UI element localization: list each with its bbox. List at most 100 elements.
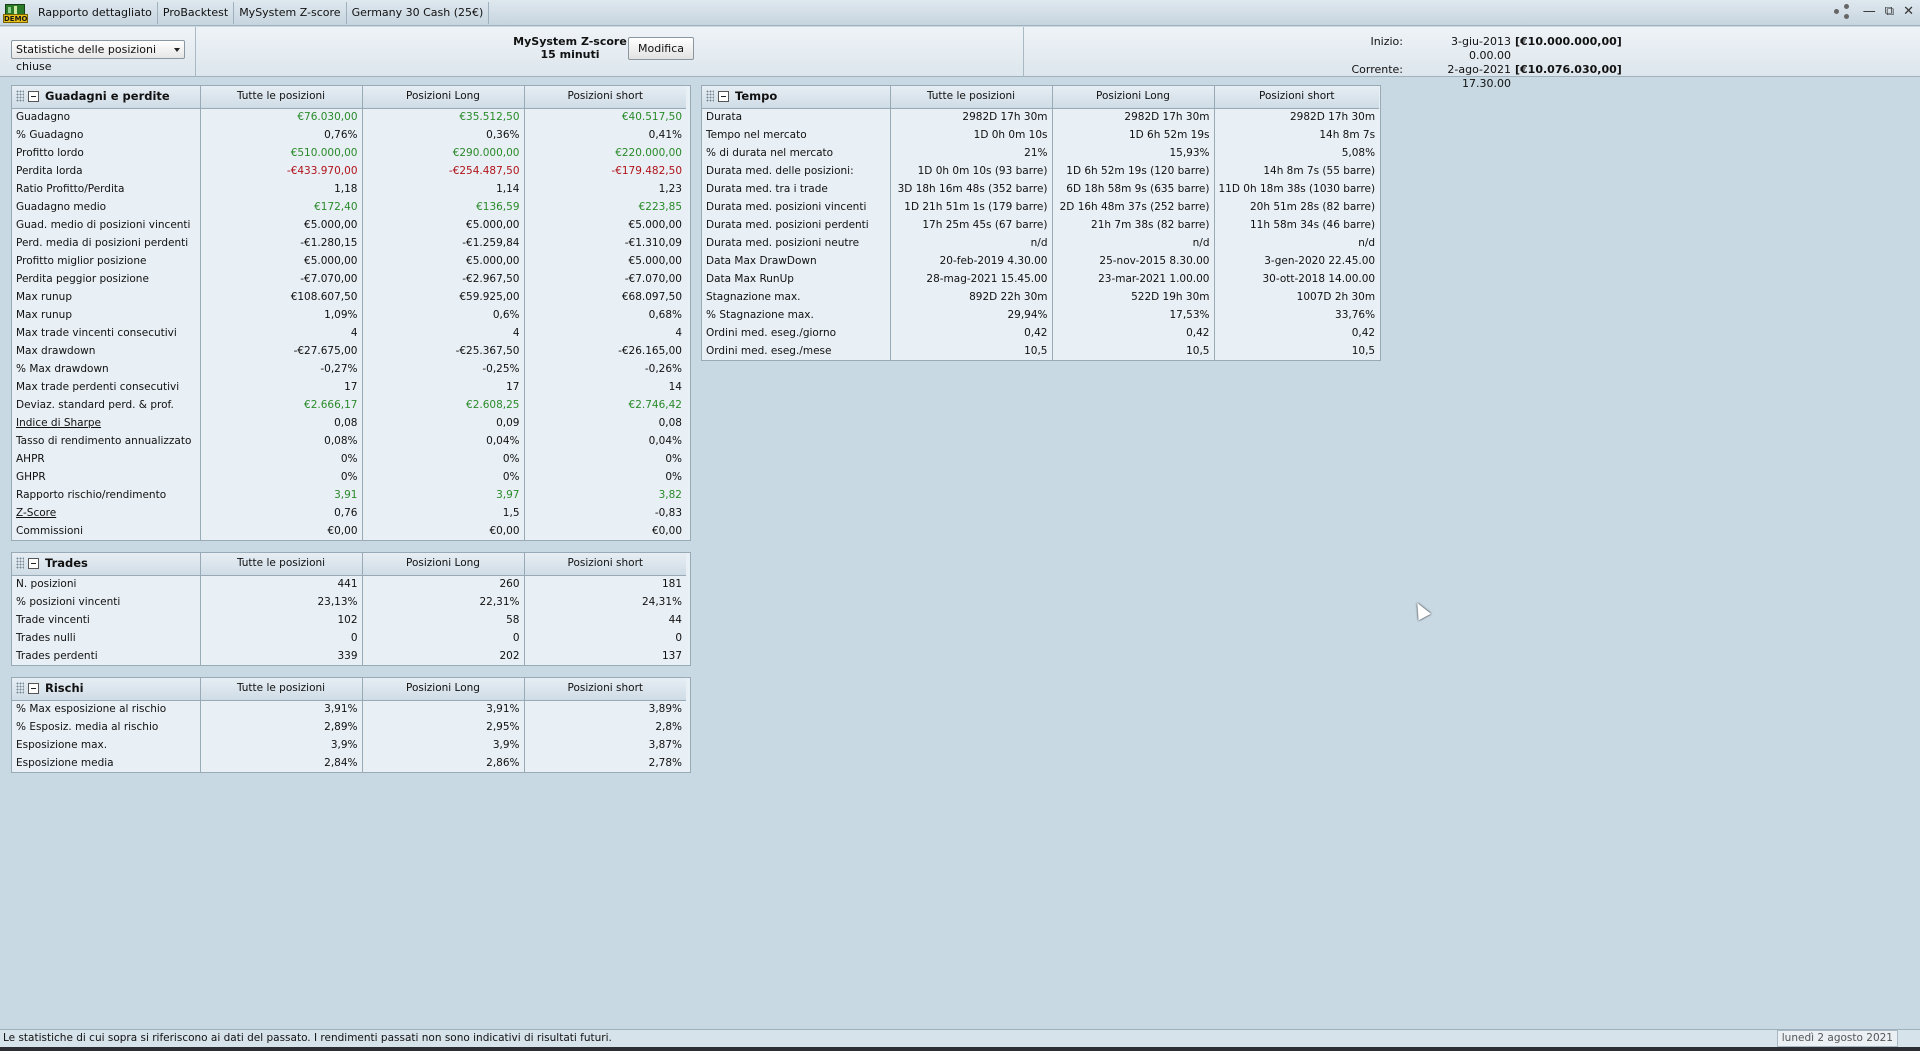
taskbar-strip — [0, 1047, 1920, 1051]
row-value: 339 — [200, 647, 363, 665]
row-value: 1,23 — [658, 182, 682, 195]
column-header: Tutte le posizioni — [200, 678, 363, 701]
row-label: Ratio Profitto/Perdita — [12, 180, 201, 198]
row-label[interactable]: Indice di Sharpe — [12, 414, 201, 432]
tab-mysystem-zscore[interactable]: MySystem Z-score — [234, 1, 347, 24]
row-value: 0,6% — [362, 306, 525, 324]
row-value: 892D 22h 30m — [890, 288, 1053, 306]
row-value: 1,18 — [200, 180, 363, 198]
close-icon[interactable]: ✕ — [1903, 4, 1914, 20]
table-row: Stagnazione max. 892D 22h 30m 522D 19h 30m… — [702, 288, 1379, 306]
row-value: 1,09% — [200, 306, 363, 324]
table-row: Max drawdown -€27.675,00 -€25.367,50 -€26.1… — [12, 342, 686, 360]
row-value: 17 — [362, 378, 525, 396]
row-label: Deviaz. standard perd. & prof. — [12, 396, 201, 414]
share-icon[interactable] — [1832, 4, 1854, 20]
row-value: €40.517,50 — [621, 110, 682, 123]
row-value: -€25.367,50 — [362, 342, 525, 360]
row-label: AHPR — [12, 450, 201, 468]
row-label: Max trade vincenti consecutivi — [12, 324, 201, 342]
row-label: % Max esposizione al rischio — [12, 700, 201, 718]
table-row: % Max esposizione al rischio 3,91% 3,91% 3,… — [12, 700, 686, 718]
report-header: Statistiche delle posizioni chiuse MySys… — [0, 27, 1920, 90]
row-value: 28-mag-2021 15.45.00 — [890, 270, 1053, 288]
row-value: 181 — [661, 577, 682, 590]
tab-instrument[interactable]: Germany 30 Cash (25€) — [347, 1, 490, 24]
table-row: Commissioni €0,00 €0,00 €0,00 — [12, 522, 686, 540]
table-row: Durata med. posizioni neutre n/d n/d n/d — [702, 234, 1379, 252]
table-row: Rapporto rischio/rendimento 3,91 3,97 3,82 — [12, 486, 686, 504]
dropdown-value: Statistiche delle posizioni chiuse — [16, 43, 157, 73]
restore-icon[interactable]: ⧉ — [1885, 4, 1894, 20]
column-header: Posizioni short — [524, 553, 686, 576]
row-label[interactable]: Z-Score — [12, 504, 201, 522]
row-value: 58 — [362, 611, 525, 629]
row-value: €68.097,50 — [621, 290, 682, 303]
collapse-icon[interactable] — [28, 558, 39, 570]
row-label: Perd. media di posizioni perdenti — [12, 234, 201, 252]
column-header: Posizioni Long — [362, 86, 525, 109]
row-label: % Max drawdown — [12, 360, 201, 378]
table-row: Durata med. posizioni vincenti 1D 21h 51m… — [702, 198, 1379, 216]
collapse-icon[interactable] — [28, 683, 39, 695]
row-value: -€1.310,09 — [624, 236, 682, 249]
row-value: 0% — [665, 452, 682, 465]
row-value: 3,91% — [362, 700, 525, 718]
table-row: Deviaz. standard perd. & prof. €2.666,17 €… — [12, 396, 686, 414]
row-value: 20-feb-2019 4.30.00 — [890, 252, 1053, 270]
row-value: €76.030,00 — [200, 108, 363, 126]
row-value: 2,89% — [200, 718, 363, 736]
drag-handle-icon[interactable] — [16, 682, 24, 695]
table-row: Tasso di rendimento annualizzato 0,08% 0,0… — [12, 432, 686, 450]
drag-handle-icon[interactable] — [706, 90, 714, 103]
table-row: Ordini med. eseg./giorno 0,42 0,42 0,42 — [702, 324, 1379, 342]
tab-rapporto-dettagliato[interactable]: Rapporto dettagliato — [33, 1, 158, 24]
table-row: Max trade vincenti consecutivi 4 4 4 — [12, 324, 686, 342]
start-amount: [€10.000.000,00] — [1515, 35, 1622, 48]
collapse-icon[interactable] — [718, 91, 729, 103]
row-value: €2.746,42 — [628, 398, 682, 411]
tab-probacktest[interactable]: ProBacktest — [158, 1, 235, 24]
row-value: 11h 58m 34s (46 barre) — [1249, 218, 1376, 231]
panel-title-text: Guadagni e perdite — [45, 89, 170, 104]
row-label: Durata med. tra i trade — [702, 180, 891, 198]
row-value: 1D 0h 0m 10s — [890, 126, 1053, 144]
collapse-icon[interactable] — [28, 91, 39, 103]
minimize-icon[interactable]: — — [1863, 4, 1876, 20]
panel-title-text: Tempo — [735, 89, 778, 104]
row-value: -€179.482,50 — [611, 164, 682, 177]
row-value: 2,8% — [655, 720, 682, 733]
row-label: Max drawdown — [12, 342, 201, 360]
row-label: Data Max DrawDown — [702, 252, 891, 270]
edit-button[interactable]: Modifica — [628, 37, 694, 60]
row-value: 137 — [661, 649, 682, 662]
table-header-row: Rischi Tutte le posizioni Posizioni Long Po… — [12, 678, 686, 701]
row-value: 15,93% — [1052, 144, 1215, 162]
drag-handle-icon[interactable] — [16, 90, 24, 103]
drag-handle-icon[interactable] — [16, 557, 24, 570]
column-header: Posizioni Long — [362, 678, 525, 701]
statistics-type-dropdown[interactable]: Statistiche delle posizioni chiuse — [11, 40, 185, 73]
table-row: Tempo nel mercato 1D 0h 0m 10s 1D 6h 52m 1… — [702, 126, 1379, 144]
row-label: Max trade perdenti consecutivi — [12, 378, 201, 396]
period-info: Inizio: 3-giu-2013 0.00.00 [€10.000.000,… — [1340, 35, 1622, 91]
row-value: 14h 8m 7s (55 barre) — [1263, 164, 1376, 177]
row-value: 2,78% — [648, 756, 682, 769]
row-value: €0,00 — [651, 524, 682, 537]
table-row: Max trade perdenti consecutivi 17 17 14 — [12, 378, 686, 396]
row-label: Guad. medio di posizioni vincenti — [12, 216, 201, 234]
row-value: 10,5 — [1351, 344, 1376, 357]
row-value: €5.000,00 — [362, 216, 525, 234]
column-header: Tutte le posizioni — [200, 86, 363, 109]
row-value: 5,08% — [1341, 146, 1376, 159]
row-value: 3,87% — [648, 738, 682, 751]
row-label: Trades perdenti — [12, 647, 201, 665]
row-value: 1D 6h 52m 19s — [1052, 126, 1215, 144]
table-header-row: Trades Tutte le posizioni Posizioni Long Po… — [12, 553, 686, 576]
table-row: Durata med. posizioni perdenti 17h 25m 45… — [702, 216, 1379, 234]
row-label: Durata med. posizioni vincenti — [702, 198, 891, 216]
row-value: 10,5 — [1052, 342, 1215, 360]
row-value: 4 — [200, 324, 363, 342]
row-label: Perdita peggior posizione — [12, 270, 201, 288]
column-header: Posizioni Long — [362, 553, 525, 576]
